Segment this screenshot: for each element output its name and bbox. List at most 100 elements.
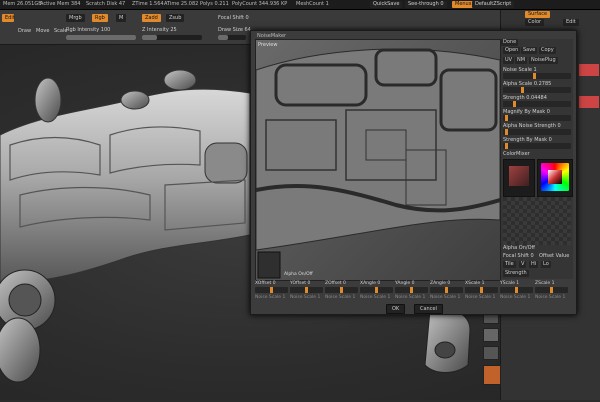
draw-size-slider[interactable]: Draw Size 64	[218, 27, 251, 33]
alpha-onoff-label: Alpha On/Off	[503, 245, 535, 251]
zadd-button[interactable]: Zadd	[142, 14, 161, 22]
mrgb-button[interactable]: Mrgb	[66, 14, 85, 22]
panel-swatch-red-2[interactable]	[579, 96, 599, 108]
alpha-noise-handle[interactable]	[505, 129, 508, 135]
saturation-square[interactable]	[548, 170, 562, 184]
stat-mem: Mem 26.051GB	[3, 1, 42, 7]
transform-slider[interactable]	[535, 287, 568, 293]
draw-size-fill	[218, 35, 228, 40]
save-button[interactable]: Save	[521, 47, 538, 54]
transform-slider[interactable]	[500, 287, 533, 293]
transform-slider-handle[interactable]	[305, 287, 308, 293]
tab-color[interactable]: Color	[525, 19, 545, 26]
edit-button[interactable]: Edit	[2, 14, 15, 22]
transform-slider-sublabel: Noise Scale 1	[255, 295, 286, 300]
transform-slider-handle[interactable]	[445, 287, 448, 293]
transform-slider-handle[interactable]	[550, 287, 553, 293]
tile-button[interactable]: Tile	[503, 261, 516, 268]
ok-button[interactable]: OK	[386, 304, 406, 314]
draw-size-track[interactable]	[218, 35, 246, 40]
strength-handle[interactable]	[513, 101, 516, 107]
stat-polys: Polys 0.211	[200, 1, 229, 7]
transform-slider-handle[interactable]	[410, 287, 413, 293]
alpha-preview[interactable]	[503, 197, 571, 245]
m-button[interactable]: M	[116, 14, 127, 22]
v-button[interactable]: V	[519, 261, 527, 268]
strength-button[interactable]: Strength	[503, 270, 529, 277]
z-intensity-fill	[142, 35, 157, 40]
magnify-mask-slider[interactable]	[503, 115, 571, 121]
noiseplug-button[interactable]: NoisePlug	[529, 57, 558, 64]
preview-surface	[256, 40, 500, 280]
preview-label: Preview	[258, 42, 278, 48]
noise-scale-slider[interactable]	[503, 73, 571, 79]
lo-button[interactable]: Lo	[541, 261, 551, 268]
default-zscript-button[interactable]: DefaultZScript	[472, 1, 515, 8]
tab-edit[interactable]: Edit	[563, 19, 579, 26]
colormixer-label: ColorMixer	[503, 151, 530, 157]
see-through-slider[interactable]: See-through 0	[405, 1, 447, 8]
magnify-mask-handle[interactable]	[505, 115, 508, 121]
menus-button[interactable]: Menus	[452, 1, 475, 8]
hi-button[interactable]: Hi	[529, 261, 539, 268]
transform-slider-sublabel: Noise Scale 1	[430, 295, 461, 300]
tool-thumb-3[interactable]	[483, 346, 499, 360]
copy-button[interactable]: Copy	[539, 47, 556, 54]
noise-scale-handle[interactable]	[533, 73, 536, 79]
strength-by-mask-handle[interactable]	[505, 143, 508, 149]
alpha-thumb[interactable]	[257, 251, 281, 279]
transform-slider-label: ZScale 1	[535, 281, 555, 286]
rgb-intensity-fill	[66, 35, 136, 40]
stat-active-mem: Active Mem 384	[40, 1, 81, 7]
draw-label[interactable]: Draw	[18, 28, 31, 34]
alpha-scale-handle[interactable]	[521, 87, 524, 93]
color-picker[interactable]	[537, 159, 573, 197]
zsub-button[interactable]: Zsub	[166, 14, 185, 22]
transform-slider[interactable]	[465, 287, 498, 293]
cancel-button[interactable]: Cancel	[414, 304, 443, 314]
texture-thumb[interactable]	[483, 365, 501, 385]
rgb-intensity-slider[interactable]: Rgb Intensity 100	[66, 27, 110, 33]
transform-slider[interactable]	[325, 287, 358, 293]
z-intensity-slider[interactable]: Z Intensity 25	[142, 27, 177, 33]
color-swatch[interactable]	[503, 159, 535, 197]
transform-slider[interactable]	[430, 287, 463, 293]
transform-slider[interactable]	[395, 287, 428, 293]
transform-slider-handle[interactable]	[480, 287, 483, 293]
strength-by-mask-slider[interactable]	[503, 143, 571, 149]
rgb-intensity-track[interactable]	[66, 35, 136, 40]
transform-slider-handle[interactable]	[270, 287, 273, 293]
tab-surface[interactable]: Surface	[525, 11, 551, 18]
rgb-button[interactable]: Rgb	[92, 14, 108, 22]
panel-swatch-red[interactable]	[579, 64, 599, 76]
nm-button[interactable]: NM	[515, 57, 528, 64]
open-button[interactable]: Open	[503, 47, 521, 54]
transform-slider-sublabel: Noise Scale 1	[325, 295, 356, 300]
focal-shift-slider[interactable]: Focal Shift 0	[218, 15, 249, 21]
alpha-noise-slider[interactable]	[503, 129, 571, 135]
transform-slider-handle[interactable]	[340, 287, 343, 293]
quicksave-button[interactable]: QuickSave	[370, 1, 403, 8]
transform-slider-handle[interactable]	[375, 287, 378, 293]
transform-slider-handle[interactable]	[515, 287, 518, 293]
transform-slider-sublabel: Noise Scale 1	[395, 295, 426, 300]
uv-button[interactable]: UV	[503, 57, 515, 64]
tool-thumb-2[interactable]	[483, 328, 499, 342]
z-intensity-track[interactable]	[142, 35, 202, 40]
transform-slider-sublabel: Noise Scale 1	[500, 295, 531, 300]
move-label[interactable]: Move	[36, 28, 49, 34]
done-button[interactable]: Done	[501, 39, 519, 46]
transform-slider-label: XScale 1	[465, 281, 485, 286]
strength-slider[interactable]	[503, 101, 571, 107]
noise-preview[interactable]: Preview Alpha On/Off	[255, 39, 501, 281]
alpha-thumb-label: Alpha On/Off	[284, 272, 313, 277]
transform-slider-label: YAngle 0	[395, 281, 415, 286]
transform-slider-label: YScale 1	[500, 281, 520, 286]
transform-slider[interactable]	[255, 287, 288, 293]
stat-polycount: PolyCount 344.936 KP	[232, 1, 288, 7]
stat-meshcount: MeshCount 1	[296, 1, 329, 7]
alpha-scale-slider[interactable]	[503, 87, 571, 93]
transform-slider[interactable]	[360, 287, 393, 293]
transform-slider[interactable]	[290, 287, 323, 293]
noisemaker-dialog: NoiseMaker Preview Alpha On/Off Done Ope…	[250, 30, 577, 315]
